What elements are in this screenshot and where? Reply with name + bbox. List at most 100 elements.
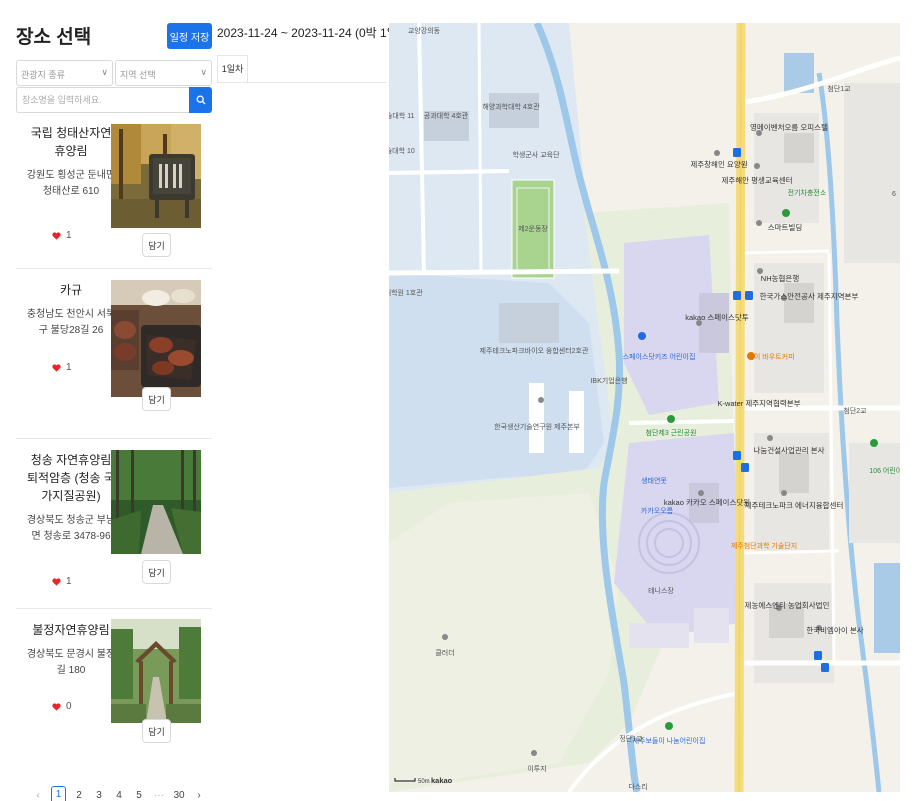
place-info: 청송 자연휴양림 퇴적암층 (청송 국가지질공원) 경상북도 청송군 부남면 청… <box>26 451 116 545</box>
prev-page-button[interactable]: ‹ <box>28 790 48 801</box>
tab-divider <box>217 82 387 83</box>
map-label-right-num: 6 <box>892 191 896 198</box>
place-thumbnail <box>111 450 201 554</box>
add-place-button[interactable]: 담기 <box>142 233 171 257</box>
like-count-value: 1 <box>66 576 72 587</box>
tour-type-placeholder: 관광지 종류 <box>21 70 65 80</box>
place-thumbnail <box>111 124 201 228</box>
map-label-jeju-yangbang: 제주창해인 요양원 <box>690 159 747 169</box>
place-thumbnail <box>111 619 201 723</box>
map-label-jeju-ed: 제주해안 평생교육센터 <box>721 175 792 185</box>
heart-icon <box>52 702 61 711</box>
map-label-ebi: 에이 바우트커피 <box>747 352 794 361</box>
page-button[interactable]: 5 <box>129 790 149 801</box>
map-label-kakao-space: kakao 스페이스닷투 <box>685 312 749 322</box>
search-row <box>16 87 212 113</box>
map-label-clubhouse: 클러더 <box>435 648 454 657</box>
map-label-charging: 전기차충전소 <box>788 188 827 197</box>
place-name: 국립 청태산자연휴양림 <box>30 126 112 158</box>
search-button[interactable] <box>189 87 212 113</box>
map-label-nh: NH농협은행 <box>761 273 800 283</box>
last-page-button[interactable]: 30 <box>169 790 189 801</box>
map-label-dasri: 다스리 <box>628 782 647 791</box>
filter-row: 관광지 종류 ∨ 지역 선택 ∨ <box>16 60 212 86</box>
like-count-value: 0 <box>66 701 72 712</box>
map-label-science-park: 제주첨단과학 기술단지 <box>731 541 797 550</box>
map-label-smart: 스마트빌딩 <box>768 222 803 232</box>
like-count: 1 <box>52 362 72 373</box>
map-label-ibk: IBK기업은행 <box>590 376 627 385</box>
map-label-kwater: K-water 제주지역협력본부 <box>717 398 800 408</box>
region-select[interactable]: 지역 선택 ∨ <box>115 60 212 86</box>
map-label-arts-11: 예술대학 11 <box>389 111 415 120</box>
place-info: 카규 충청남도 천안시 서북구 불당28길 26 <box>26 281 116 339</box>
add-place-button[interactable]: 담기 <box>142 560 171 584</box>
map-label-korea-bio: 한국비엠아이 본사 <box>806 625 863 635</box>
next-page-button[interactable]: › <box>189 790 209 801</box>
map-label-jeongdan: 정단1교 <box>619 734 643 743</box>
map-logo: kakao <box>431 776 453 785</box>
page-button[interactable]: 2 <box>69 790 89 801</box>
map-scale-text: 50m <box>418 779 430 785</box>
place-name: 청송 자연휴양림 퇴적암층 (청송 국가지질공원) <box>27 453 115 503</box>
map-label-kakao-space-one: kakao 카카오 스페이스닷원 <box>664 497 750 507</box>
like-count-value: 1 <box>66 362 72 373</box>
like-count: 0 <box>52 701 72 712</box>
chevron-down-icon: ∨ <box>200 67 207 77</box>
map-label-bio-center: 제주테크노파크바이오 융합센터2호관 <box>480 346 589 355</box>
add-place-button[interactable]: 담기 <box>142 719 171 743</box>
map-label-field: 제2운동장 <box>518 224 548 233</box>
map-label-nanum: 나눔건설사업관리 본사 <box>753 445 824 455</box>
pagination: ‹ 1 2 3 4 5 ··· 30 › <box>28 786 209 801</box>
list-item[interactable]: 불정자연휴양림 경상북도 문경시 불정길 180 0 담기 <box>16 609 212 779</box>
map-label-building-4a: 공과대학 4호관 <box>424 111 469 120</box>
place-thumbnail <box>111 280 201 397</box>
map-label-i-tuji: 이투지 <box>527 764 546 773</box>
place-address: 강원도 횡성군 둔내면 청태산로 610 <box>26 170 116 197</box>
map-label-jeju-energy: 제농에스엔티 농업회사법인 <box>745 600 830 610</box>
map-label-research: 한국생산기술연구원 제주본부 <box>494 422 580 431</box>
place-address: 경상북도 문경시 불정길 180 <box>26 649 116 676</box>
place-address: 경상북도 청송군 부남면 청송로 3478-96 <box>26 515 116 542</box>
place-info: 국립 청태산자연휴양림 강원도 횡성군 둔내면 청태산로 610 <box>26 124 116 200</box>
map-label-cheomdan-1: 첨단1교 <box>827 84 851 93</box>
trip-date-range: 2023-11-24 ~ 2023-11-24 (0박 1일) <box>217 26 402 40</box>
place-name: 카규 <box>59 283 83 297</box>
place-address: 충청남도 천안시 서북구 불당28길 26 <box>26 309 116 336</box>
list-item[interactable]: 카규 충청남도 천안시 서북구 불당28길 26 1 담기 <box>16 269 212 439</box>
map-label-space-kids: 스페이스닷키즈 어린이집 <box>623 352 696 361</box>
region-placeholder: 지역 선택 <box>120 70 156 80</box>
map-label-building-1: 학인문대학원 1호관 <box>389 288 423 297</box>
heart-icon <box>52 363 61 372</box>
save-schedule-button[interactable]: 일정 저장 <box>167 23 212 49</box>
map-label-campus-top: 교양강의동 <box>408 26 441 35</box>
heart-icon <box>52 577 61 586</box>
page-button-active[interactable]: 1 <box>51 786 66 801</box>
list-item[interactable]: 국립 청태산자연휴양림 강원도 횡성군 둔내면 청태산로 610 1 담기 <box>16 116 212 269</box>
map-label-kosa: 한국가스안전공사 제주지역본부 <box>760 291 859 301</box>
add-place-button[interactable]: 담기 <box>142 387 171 411</box>
map-view[interactable]: 교양강의동 예술대학 11 공과대학 4호관 해양과학대학 4호관 학생군사 교… <box>389 23 900 792</box>
pagination-ellipsis: ··· <box>154 789 164 801</box>
place-search-input[interactable] <box>16 87 189 113</box>
tab-day-1[interactable]: 1일차 <box>217 55 248 82</box>
page-button[interactable]: 3 <box>89 790 109 801</box>
map-label-arts-10: 예술대학 10 <box>389 146 415 155</box>
place-name: 불정자연휴양림 <box>32 623 110 637</box>
like-count-value: 1 <box>66 230 72 241</box>
like-count: 1 <box>52 230 72 241</box>
map-label-kakao-daycare: 카카오오름 <box>641 506 674 515</box>
tour-type-select[interactable]: 관광지 종류 ∨ <box>16 60 113 86</box>
place-info: 불정자연휴양림 경상북도 문경시 불정길 180 <box>26 621 116 679</box>
page-button[interactable]: 4 <box>109 790 129 801</box>
page-title: 장소 선택 <box>16 27 92 48</box>
map-label-cheomdan-2: 첨단2교 <box>843 406 867 415</box>
map-label-nanumdi: 제주보들이 나눔어린이집 <box>633 736 706 745</box>
heart-icon <box>52 231 61 240</box>
like-count: 1 <box>52 576 72 587</box>
map-label-park3: 첨단제3 근린공원 <box>646 428 697 437</box>
list-item[interactable]: 청송 자연휴양림 퇴적암층 (청송 국가지질공원) 경상북도 청송군 부남면 청… <box>16 439 212 609</box>
map-canvas[interactable]: 교양강의동 예술대학 11 공과대학 4호관 해양과학대학 4호관 학생군사 교… <box>389 23 900 792</box>
place-selection-panel: 장소 선택 일정 저장 관광지 종류 ∨ 지역 선택 ∨ 국립 청태산자연휴양림… <box>0 0 218 801</box>
map-label-student-hall: 학생군사 교육단 <box>512 150 560 159</box>
